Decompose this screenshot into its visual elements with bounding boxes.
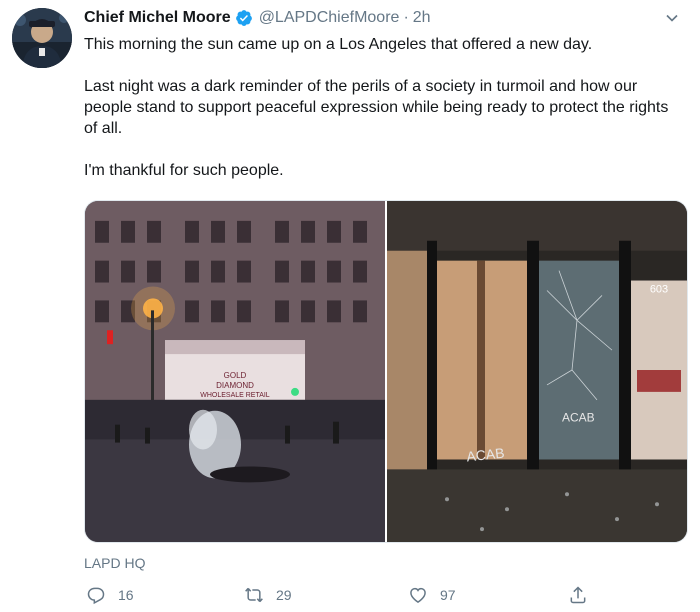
graffiti-text-2: ACAB xyxy=(562,411,595,425)
reply-icon xyxy=(87,587,105,605)
tweet-actions: 16 29 97 xyxy=(84,582,604,608)
retweet-button[interactable]: 29 xyxy=(244,582,292,608)
author-handle[interactable]: @LAPDChiefMoore xyxy=(259,8,400,28)
separator-dot: · xyxy=(403,9,409,26)
reply-button[interactable]: 16 xyxy=(86,582,134,608)
reply-count: 16 xyxy=(118,587,134,603)
retweet-count: 29 xyxy=(276,587,292,603)
tweet-paragraph: This morning the sun came up on a Los An… xyxy=(84,36,593,53)
tweet-paragraph: Last night was a dark reminder of the pe… xyxy=(84,78,669,137)
sign-line-2: DIAMOND xyxy=(216,381,254,390)
author-name[interactable]: Chief Michel Moore xyxy=(84,8,231,28)
address-number: 603 xyxy=(650,283,668,295)
photo-street-building[interactable]: GOLD DIAMOND WHOLESALE RETAIL xyxy=(85,201,385,542)
chevron-down-icon[interactable] xyxy=(662,8,682,28)
share-button[interactable] xyxy=(568,582,600,608)
timestamp[interactable]: 2h xyxy=(413,8,431,28)
location-tag[interactable]: LAPD HQ xyxy=(84,554,145,572)
like-button[interactable]: 97 xyxy=(408,582,456,608)
sign-line-1: GOLD xyxy=(224,371,247,380)
share-icon xyxy=(570,586,586,604)
heart-icon xyxy=(410,587,426,603)
retweet-icon xyxy=(245,587,263,603)
like-count: 97 xyxy=(440,587,456,603)
tweet-card[interactable]: Chief Michel Moore @LAPDChiefMoore · 2h … xyxy=(0,0,700,612)
tweet-header: Chief Michel Moore @LAPDChiefMoore · 2h xyxy=(84,8,431,28)
avatar[interactable] xyxy=(12,8,72,68)
verified-badge-icon xyxy=(235,9,253,27)
photo-broken-storefront[interactable]: 603 ACAB ACAB xyxy=(387,201,687,542)
media-gallery: GOLD DIAMOND WHOLESALE RETAIL 603 ACAB A… xyxy=(84,200,688,543)
tweet-paragraph: I'm thankful for such people. xyxy=(84,162,284,179)
tweet-text: This morning the sun came up on a Los An… xyxy=(84,34,680,181)
sign-line-3: WHOLESALE RETAIL xyxy=(200,392,270,399)
